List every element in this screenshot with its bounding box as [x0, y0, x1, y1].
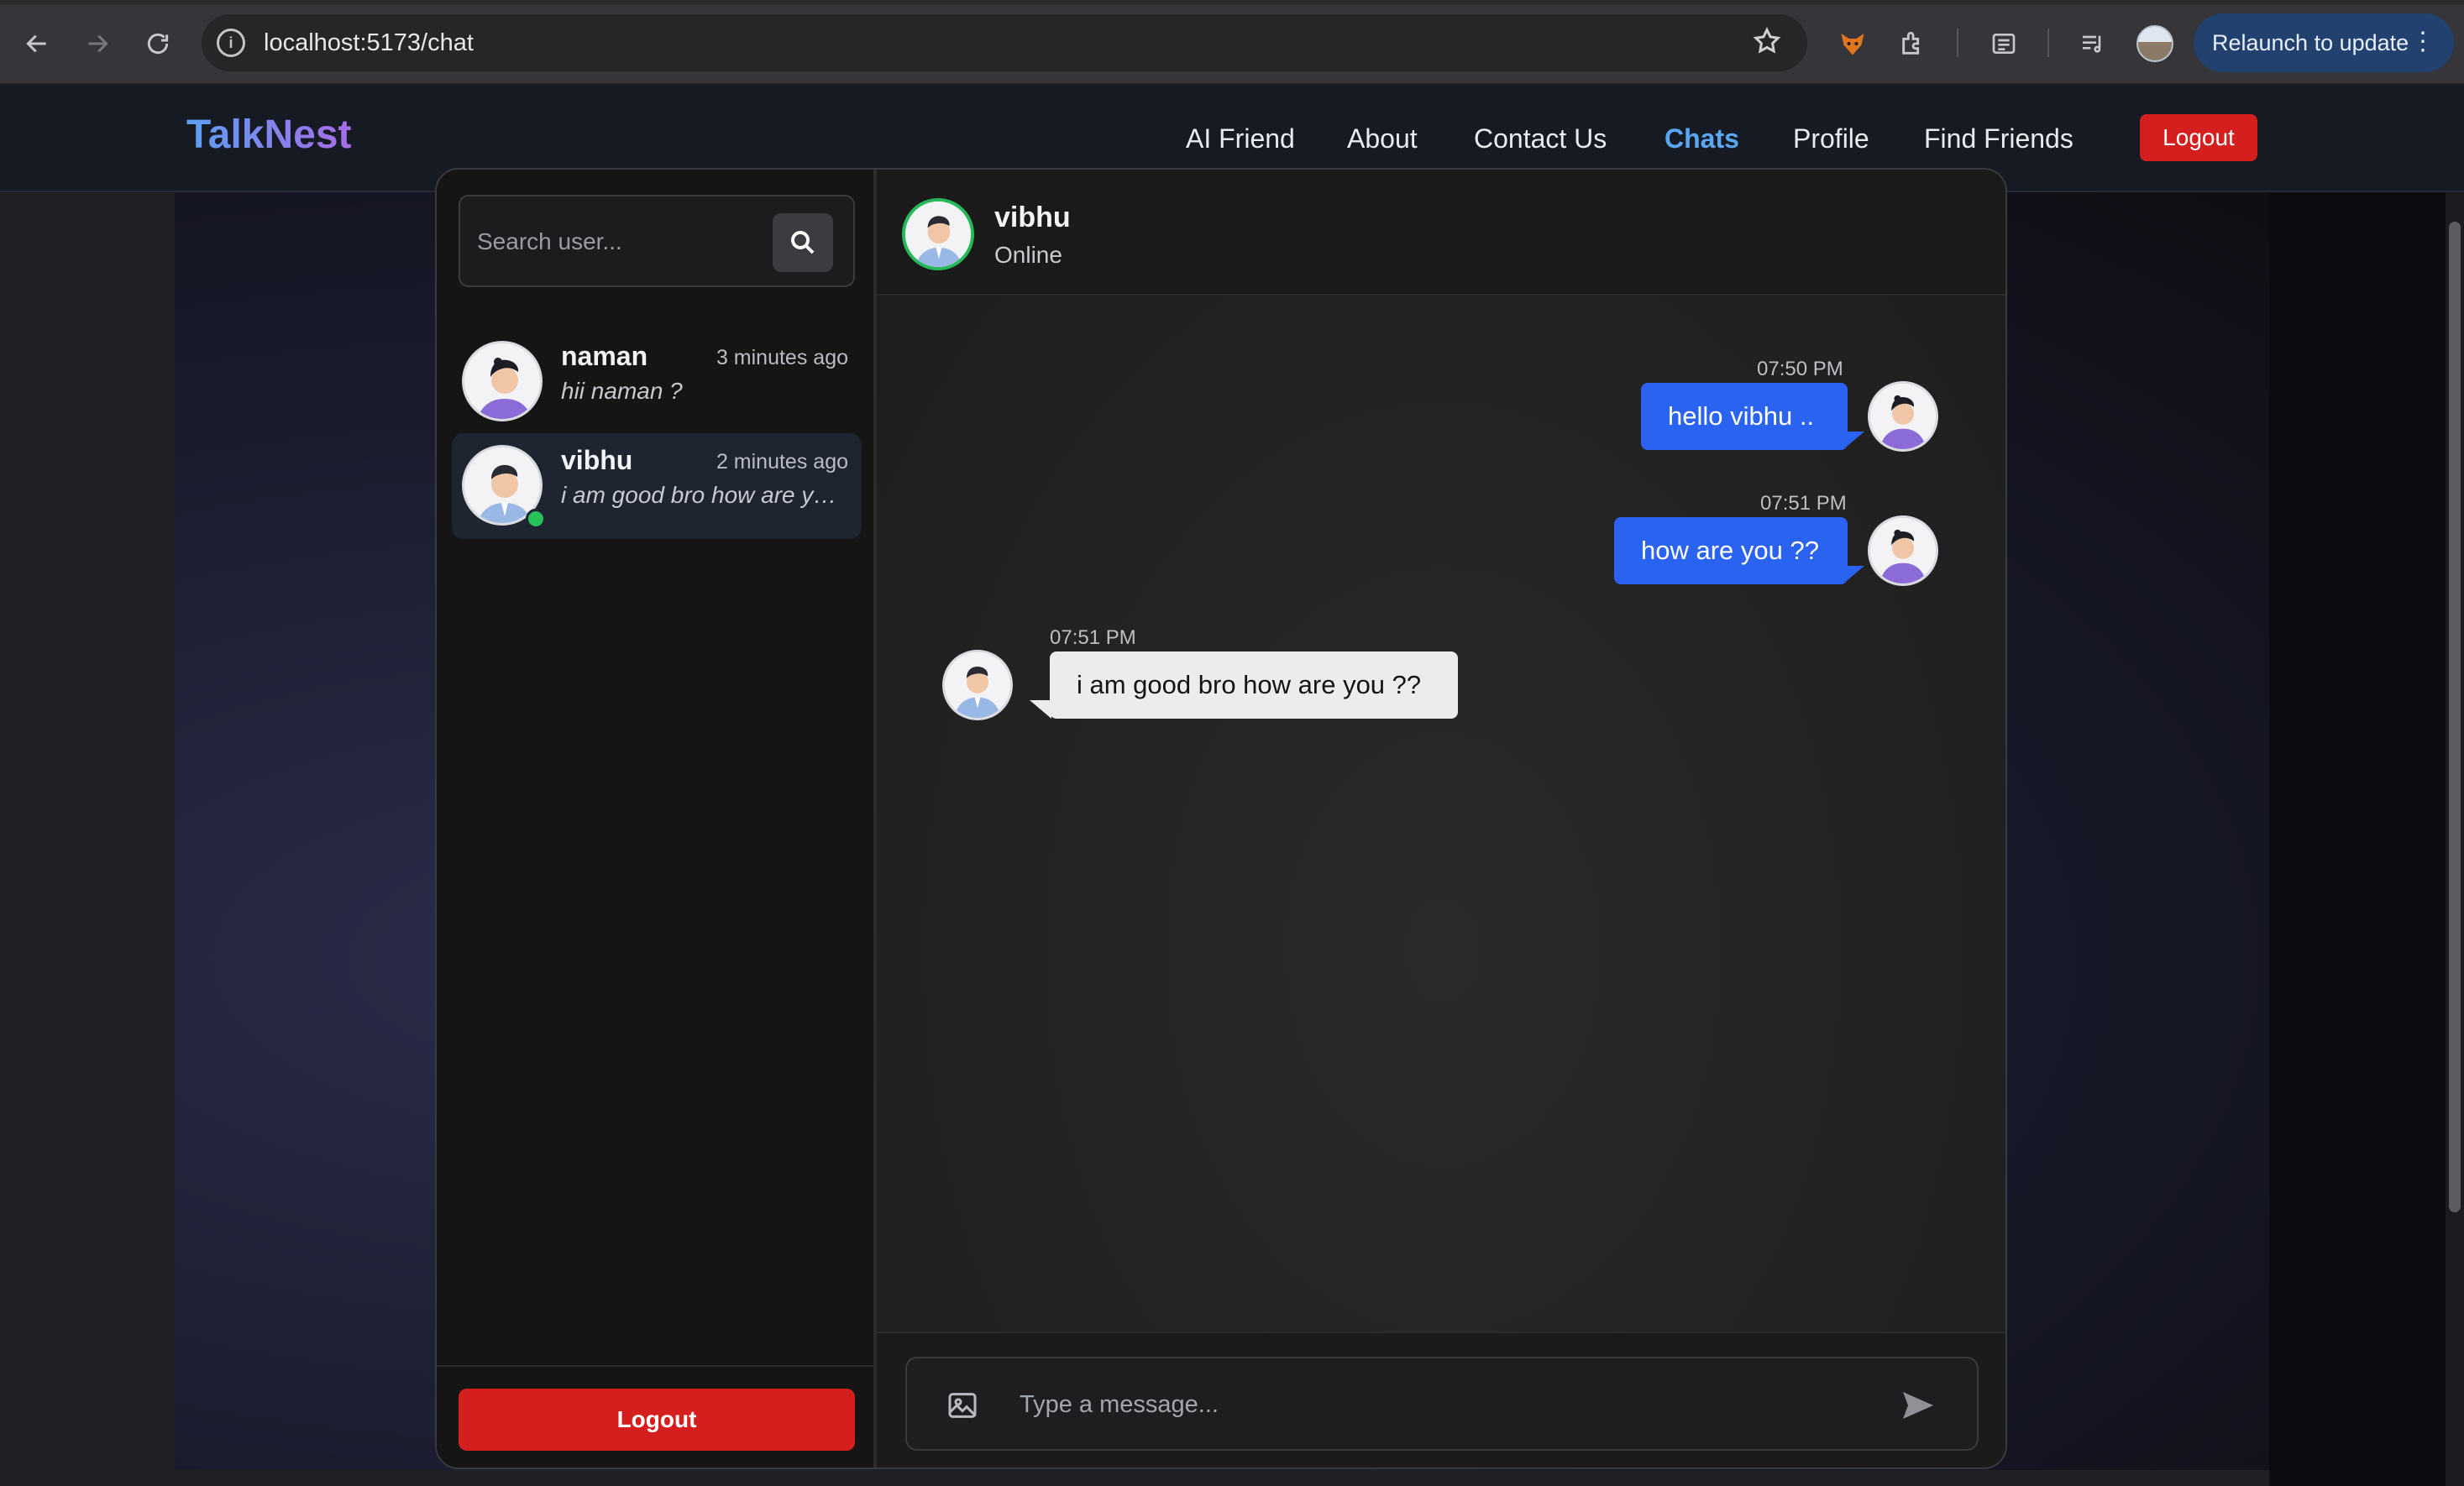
nav-link-ai-friend[interactable]: AI Friend — [1186, 122, 1295, 155]
contact-preview: hii naman ? — [561, 378, 683, 404]
tab-strip — [0, 0, 2464, 5]
message-avatar — [942, 650, 1013, 720]
relaunch-label: Relaunch to update — [2212, 29, 2409, 55]
message-avatar — [1868, 381, 1938, 452]
media-queue-icon[interactable] — [2074, 25, 2111, 62]
contact-avatar — [462, 341, 543, 421]
chat-partner-avatar[interactable] — [902, 198, 974, 270]
message-composer — [905, 1357, 1979, 1451]
chat-partner-status: Online — [994, 242, 1062, 268]
contact-name: naman — [561, 341, 648, 371]
contact-item-naman[interactable]: naman 3 minutes ago hii naman ? — [452, 329, 862, 435]
page-scrollbar[interactable] — [2446, 192, 2464, 1486]
chat-container: naman 3 minutes ago hii naman ? vibhu 2 … — [435, 168, 2007, 1469]
contact-time: 2 minutes ago — [716, 450, 848, 474]
search-icon — [791, 231, 815, 254]
browser-profile-avatar[interactable] — [2136, 25, 2173, 62]
message-avatar — [1868, 515, 1938, 586]
relaunch-to-update-button[interactable]: Relaunch to update ⋮ — [2194, 13, 2454, 72]
message-bubble-incoming: i am good bro how are you ?? — [1050, 651, 1458, 719]
message-time: 07:51 PM — [1760, 492, 1847, 515]
nav-link-profile[interactable]: Profile — [1793, 122, 1869, 155]
message-time: 07:51 PM — [1050, 626, 1136, 649]
online-status-dot — [526, 509, 546, 529]
toolbar-separator — [2047, 29, 2049, 57]
app-logo[interactable]: TalkNest — [186, 112, 352, 158]
more-options-icon[interactable]: ⋮ — [2410, 25, 2435, 59]
sidebar-divider — [437, 1365, 877, 1367]
composer-area — [877, 1332, 2005, 1468]
bubble-tail — [1030, 700, 1051, 719]
message-bubble-outgoing: how are you ?? — [1614, 517, 1848, 584]
search-button[interactable] — [773, 213, 833, 272]
contacts-sidebar: naman 3 minutes ago hii naman ? vibhu 2 … — [437, 170, 877, 1468]
reading-list-icon[interactable] — [1985, 25, 2022, 62]
contact-preview: i am good bro how are you ?? — [561, 482, 847, 508]
send-icon — [1903, 1392, 1933, 1419]
nav-link-find-friends[interactable]: Find Friends — [1924, 122, 2073, 155]
sidebar-logout-button[interactable]: Logout — [459, 1389, 855, 1451]
send-button[interactable] — [1895, 1384, 1942, 1427]
message-time: 07:50 PM — [1757, 358, 1843, 380]
fox-extension-icon[interactable] — [1834, 25, 1871, 62]
user-search-box — [459, 195, 855, 287]
chat-partner-name: vibhu — [994, 201, 1071, 233]
extensions-puzzle-icon[interactable] — [1895, 25, 1932, 62]
search-user-input[interactable] — [477, 220, 754, 264]
forward-icon[interactable] — [79, 25, 116, 62]
contact-name: vibhu — [561, 445, 633, 475]
navbar-logout-button[interactable]: Logout — [2140, 114, 2257, 161]
nav-link-contact-us[interactable]: Contact Us — [1474, 122, 1607, 155]
bubble-tail — [1843, 566, 1864, 584]
nav-link-about[interactable]: About — [1347, 122, 1418, 155]
toolbar-separator — [1957, 29, 1958, 57]
back-icon[interactable] — [18, 25, 55, 62]
bubble-tail — [1843, 432, 1864, 450]
chat-header: vibhu Online — [877, 170, 2005, 296]
message-bubble-outgoing: hello vibhu .. — [1641, 383, 1848, 450]
scrollbar-thumb[interactable] — [2449, 222, 2461, 1212]
nav-link-chats[interactable]: Chats — [1665, 122, 1739, 155]
reload-icon[interactable] — [139, 25, 176, 62]
message-input[interactable] — [1020, 1384, 1859, 1426]
browser-toolbar: i localhost:5173/chat Relaunch to update… — [0, 0, 2464, 84]
attach-image-icon[interactable] — [946, 1389, 979, 1426]
site-info-icon[interactable]: i — [217, 29, 245, 57]
address-bar[interactable]: i localhost:5173/chat — [202, 14, 1807, 71]
contact-item-vibhu[interactable]: vibhu 2 minutes ago i am good bro how ar… — [452, 433, 862, 539]
chat-pane: vibhu Online 07:50 PM hello vibhu .. 07:… — [877, 170, 2005, 1468]
contact-time: 3 minutes ago — [716, 346, 848, 369]
page-margin — [2269, 192, 2446, 1486]
url-text[interactable]: localhost:5173/chat — [264, 29, 474, 57]
bookmark-star-icon[interactable] — [1752, 26, 1782, 60]
